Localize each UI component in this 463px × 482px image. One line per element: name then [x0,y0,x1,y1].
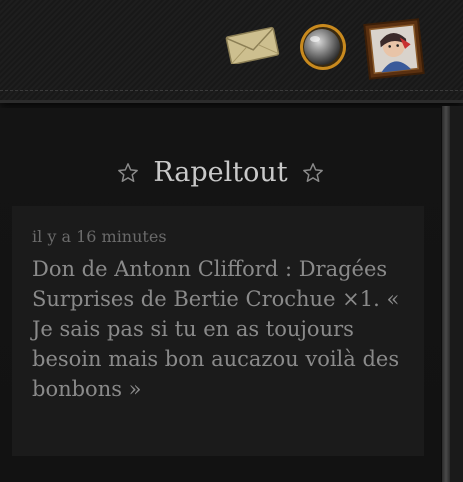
top-bar [0,0,463,103]
notification-timestamp: il y a 16 minutes [32,227,167,246]
section-heading: Rapeltout [0,155,441,191]
scrollbar[interactable] [441,106,450,482]
leather-stitch [0,90,463,91]
crystal-ball-icon[interactable] [296,20,350,74]
envelope-icon[interactable] [224,24,280,64]
star-outline-icon [302,163,323,182]
star-outline-icon [118,163,139,182]
profile-portrait[interactable] [361,16,427,82]
section-title: Rapeltout [153,157,288,188]
panel-edge [450,106,463,482]
notification-card[interactable]: il y a 16 minutes Don de Antonn Clifford… [12,206,424,456]
notification-message: Don de Antonn Clifford : Dragées Surpris… [32,257,400,401]
